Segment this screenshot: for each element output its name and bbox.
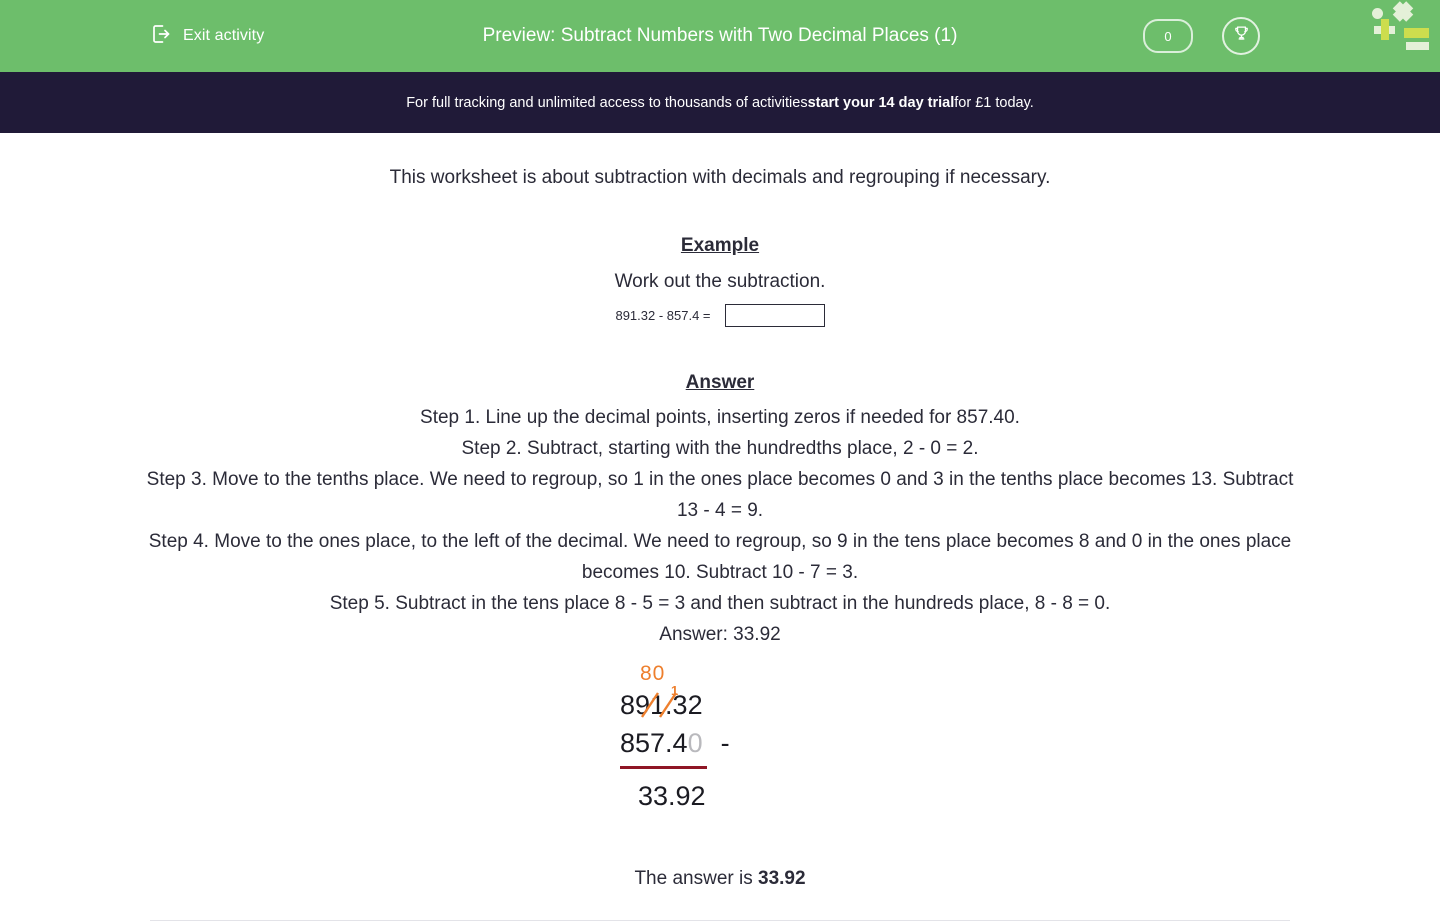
exit-arrow-icon (150, 22, 174, 51)
final-answer-statement: The answer is 33.92 (0, 868, 1440, 890)
promo-text-after: for £1 today. (954, 94, 1034, 111)
promo-text-bold: start your 14 day trial (807, 94, 955, 111)
answer-step: Step 5. Subtract in the tens place 8 - 5… (329, 592, 1111, 614)
subtrahend-inserted-zero: 0 (687, 727, 703, 758)
answer-heading: Answer (685, 371, 755, 393)
minuend-value: 891.32 (620, 689, 703, 720)
carry-digit: 1 (671, 682, 679, 698)
example-question-row: 891.32 - 857.4 = (0, 303, 1440, 327)
exit-activity-label: Exit activity (183, 27, 265, 44)
minuend-row: 891.32 1 (620, 683, 820, 724)
example-instruction: Work out the subtraction. (614, 270, 826, 292)
trophy-icon (1232, 24, 1251, 48)
worksheet-intro: This worksheet is about subtraction with… (389, 167, 1051, 188)
column-subtraction-diagram: 80 891.32 1 857.40- 33.92 (620, 662, 820, 815)
subtrahend-value: 857.4 (620, 727, 688, 758)
worksheet-content: This worksheet is about subtraction with… (0, 133, 1440, 921)
final-answer-label: The answer is (634, 867, 758, 889)
promo-text-before: For full tracking and unlimited access t… (406, 94, 808, 111)
answer-step: Step 4. Move to the ones place, to the l… (148, 530, 1292, 583)
regroup-marks: 80 (640, 661, 666, 685)
subtrahend-row: 857.40- (620, 724, 820, 762)
answer-step: Step 3. Move to the tenths place. We nee… (146, 468, 1294, 521)
final-answer-value: 33.92 (758, 867, 806, 889)
promo-banner[interactable]: For full tracking and unlimited access t… (0, 72, 1440, 133)
top-navigation-bar: Exit activity Preview: Subtract Numbers … (0, 0, 1440, 72)
minus-operator: - (720, 727, 730, 758)
example-heading: Example (680, 234, 760, 256)
answer-steps: Step 1. Line up the decimal points, inse… (145, 402, 1295, 650)
answer-step: Step 1. Line up the decimal points, inse… (420, 406, 1020, 428)
answer-step: Step 2. Subtract, starting with the hund… (461, 437, 979, 459)
score-badge[interactable]: 0 (1143, 19, 1193, 53)
result-row: 33.92 (638, 780, 706, 811)
answer-input[interactable] (724, 303, 825, 327)
brand-logo (1360, 0, 1432, 62)
topbar-right-group: 0 (1143, 0, 1440, 72)
trophy-button[interactable] (1222, 17, 1260, 55)
answer-step: Answer: 33.92 (659, 623, 781, 645)
exit-activity-button[interactable]: Exit activity (150, 0, 264, 72)
example-question-text: 891.32 - 857.4 = (615, 307, 711, 323)
